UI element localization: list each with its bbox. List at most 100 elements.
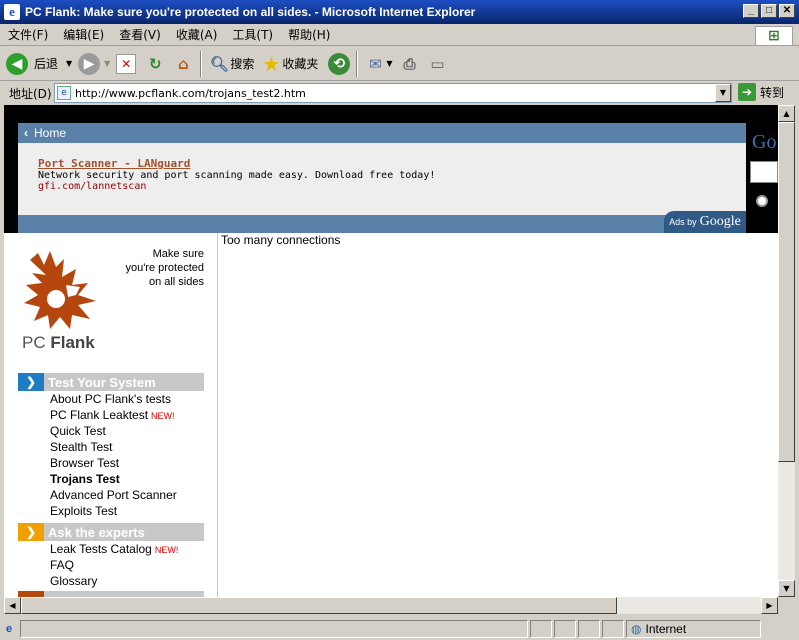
address-dropdown-icon[interactable]: ▼ <box>715 84 731 102</box>
menu-bar: 文件(F) 编辑(E) 查看(V) 收藏(A) 工具(T) 帮助(H) <box>0 24 799 46</box>
scroll-down-button[interactable]: ▼ <box>778 580 795 597</box>
back-button[interactable]: ◀ 后退 ▼ <box>6 52 72 75</box>
window-title: PC Flank: Make sure you're protected on … <box>25 5 476 19</box>
mail-dropdown-icon[interactable]: ▼ <box>386 59 392 68</box>
stop-icon[interactable]: ✕ <box>116 53 137 74</box>
nav-header-test[interactable]: ❯ Test Your System <box>18 373 204 391</box>
scroll-up-button[interactable]: ▲ <box>778 105 795 122</box>
menu-view[interactable]: 查看(V) <box>111 26 168 43</box>
scroll-right-button[interactable]: ▶ <box>761 597 778 614</box>
status-text-cell <box>20 620 528 638</box>
nav-header-label: Ask the experts <box>48 524 145 540</box>
ad-container: ‹ Home Port Scanner - LANguard Network s… <box>18 123 746 233</box>
nav-item-exploits-test[interactable]: Exploits Test <box>18 503 204 519</box>
page-status-icon: e <box>5 623 13 635</box>
history-icon[interactable]: ⟲ <box>328 52 351 75</box>
menu-help[interactable]: 帮助(H) <box>280 26 337 43</box>
error-message: Too many connections <box>221 233 341 247</box>
forward-button[interactable]: ▶ ▼ <box>78 52 110 75</box>
menu-file[interactable]: 文件(F) <box>0 26 55 43</box>
status-cell <box>578 620 600 638</box>
globe-icon: ◍ <box>631 622 642 636</box>
maximize-button[interactable]: □ <box>761 4 777 18</box>
print-icon[interactable]: ⎙ <box>399 53 421 75</box>
nav-section-test: ❯ Test Your System About PC Flank's test… <box>18 373 204 519</box>
chevron-right-icon: ❯ <box>18 373 44 391</box>
go-arrow-icon: ➔ <box>738 83 756 101</box>
horizontal-scroll-thumb[interactable] <box>21 597 617 614</box>
mail-icon[interactable]: ✉ <box>364 53 386 75</box>
go-label: 转到 <box>760 85 785 100</box>
tagline-line-3: on all sides <box>148 276 204 288</box>
scroll-left-button[interactable]: ◀ <box>4 597 21 614</box>
nav-item-glossary[interactable]: Glossary <box>18 573 204 589</box>
home-label: Home <box>34 126 67 140</box>
close-button[interactable]: ✕ <box>779 4 795 18</box>
nav-item-faq[interactable]: FAQ <box>18 557 204 573</box>
forward-arrow-icon: ▶ <box>78 52 101 75</box>
refresh-icon[interactable]: ↻ <box>144 53 166 75</box>
search-label: 搜索 <box>230 57 255 71</box>
new-badge: NEW! <box>151 411 175 421</box>
brand-flank: Flank <box>50 333 95 352</box>
home-icon[interactable]: ⌂ <box>172 53 194 75</box>
toolbar-separator <box>200 50 203 77</box>
ads-by-label: Ads by <box>669 217 697 227</box>
menu-edit[interactable]: 编辑(E) <box>55 26 111 43</box>
status-bar: e ◍ Internet <box>0 618 799 640</box>
brand-pc: PC <box>22 333 46 352</box>
tagline-line-1: Make sure <box>152 248 204 260</box>
tagline-line-2: you're protected <box>125 262 204 274</box>
favorites-label: 收藏夹 <box>282 57 319 71</box>
nav-header-experts[interactable]: ❯ Ask the experts <box>18 523 204 541</box>
nav-item-label: PC Flank Leaktest <box>50 408 149 422</box>
nav-item-browser-test[interactable]: Browser Test <box>18 455 204 471</box>
back-dropdown-icon[interactable]: ▼ <box>66 59 72 68</box>
nav-item-port-scanner[interactable]: Advanced Port Scanner <box>18 487 204 503</box>
edit-icon[interactable]: ▭ <box>427 53 449 75</box>
google-search-input[interactable] <box>750 161 778 183</box>
menu-tools[interactable]: 工具(T) <box>224 26 280 43</box>
star-icon: ★ <box>262 51 281 76</box>
nav-item-trojans-test[interactable]: Trojans Test <box>18 471 204 487</box>
vertical-scrollbar[interactable]: ▲ ▼ <box>778 105 795 597</box>
windows-logo-icon: ⊞ <box>755 26 793 46</box>
back-label: 后退 <box>34 57 59 71</box>
page-content: ‹ Home Port Scanner - LANguard Network s… <box>4 105 778 597</box>
vertical-scroll-thumb[interactable] <box>778 122 795 462</box>
top-black-bar <box>4 105 778 123</box>
chevron-right-icon: ❯ <box>18 523 44 541</box>
forward-dropdown-icon[interactable]: ▼ <box>104 59 110 68</box>
search-radio[interactable] <box>756 195 768 207</box>
ads-by-google[interactable]: Ads by Google <box>664 211 746 233</box>
horizontal-scrollbar[interactable]: ◀ ▶ <box>4 597 778 614</box>
google-search-panel: Go <box>748 123 778 233</box>
google-logo: Go <box>752 131 777 153</box>
new-badge: NEW! <box>154 545 179 555</box>
nav-item-about-tests[interactable]: About PC Flank's tests <box>18 391 204 407</box>
google-label: Google <box>699 214 741 229</box>
chevron-left-icon: ‹ <box>24 126 28 140</box>
main-content: Too many connections <box>221 233 340 247</box>
home-link[interactable]: ‹ Home <box>18 123 66 143</box>
ad-band: ‹ Home Port Scanner - LANguard Network s… <box>4 123 778 233</box>
address-input[interactable]: e http://www.pcflank.com/trojans_test2.h… <box>54 83 732 103</box>
nav-item-stealth-test[interactable]: Stealth Test <box>18 439 204 455</box>
logo-area: Make sure you're protected on all sides … <box>4 233 218 373</box>
nav-item-quick-test[interactable]: Quick Test <box>18 423 204 439</box>
ad-title-link[interactable]: Port Scanner - LANguard <box>38 157 746 170</box>
page-icon: e <box>57 86 71 100</box>
favorites-button[interactable]: ★ 收藏夹 <box>260 51 319 76</box>
brand-name: PC Flank <box>22 333 95 353</box>
ad-url[interactable]: gfi.com/lannetscan <box>38 181 746 192</box>
nav-item-leaktest[interactable]: PC Flank Leaktest NEW! <box>18 407 204 423</box>
toolbar: ◀ 后退 ▼ ▶ ▼ ✕ ↻ ⌂ 🔍︎ 搜索 ★ 收藏夹 ⟲ ✉ ▼ ⎙ ▭ <box>0 47 799 81</box>
menu-favorites[interactable]: 收藏(A) <box>168 26 225 43</box>
search-button[interactable]: 🔍︎ 搜索 <box>208 53 255 75</box>
nav-item-label: Leak Tests Catalog <box>50 542 152 556</box>
nav-item-leak-catalog[interactable]: Leak Tests Catalog NEW! <box>18 541 204 557</box>
minimize-button[interactable]: _ <box>743 4 759 18</box>
sidebar: Make sure you're protected on all sides … <box>4 233 218 597</box>
go-button[interactable]: ➔ 转到 <box>738 83 784 101</box>
zone-label: Internet <box>645 622 687 636</box>
